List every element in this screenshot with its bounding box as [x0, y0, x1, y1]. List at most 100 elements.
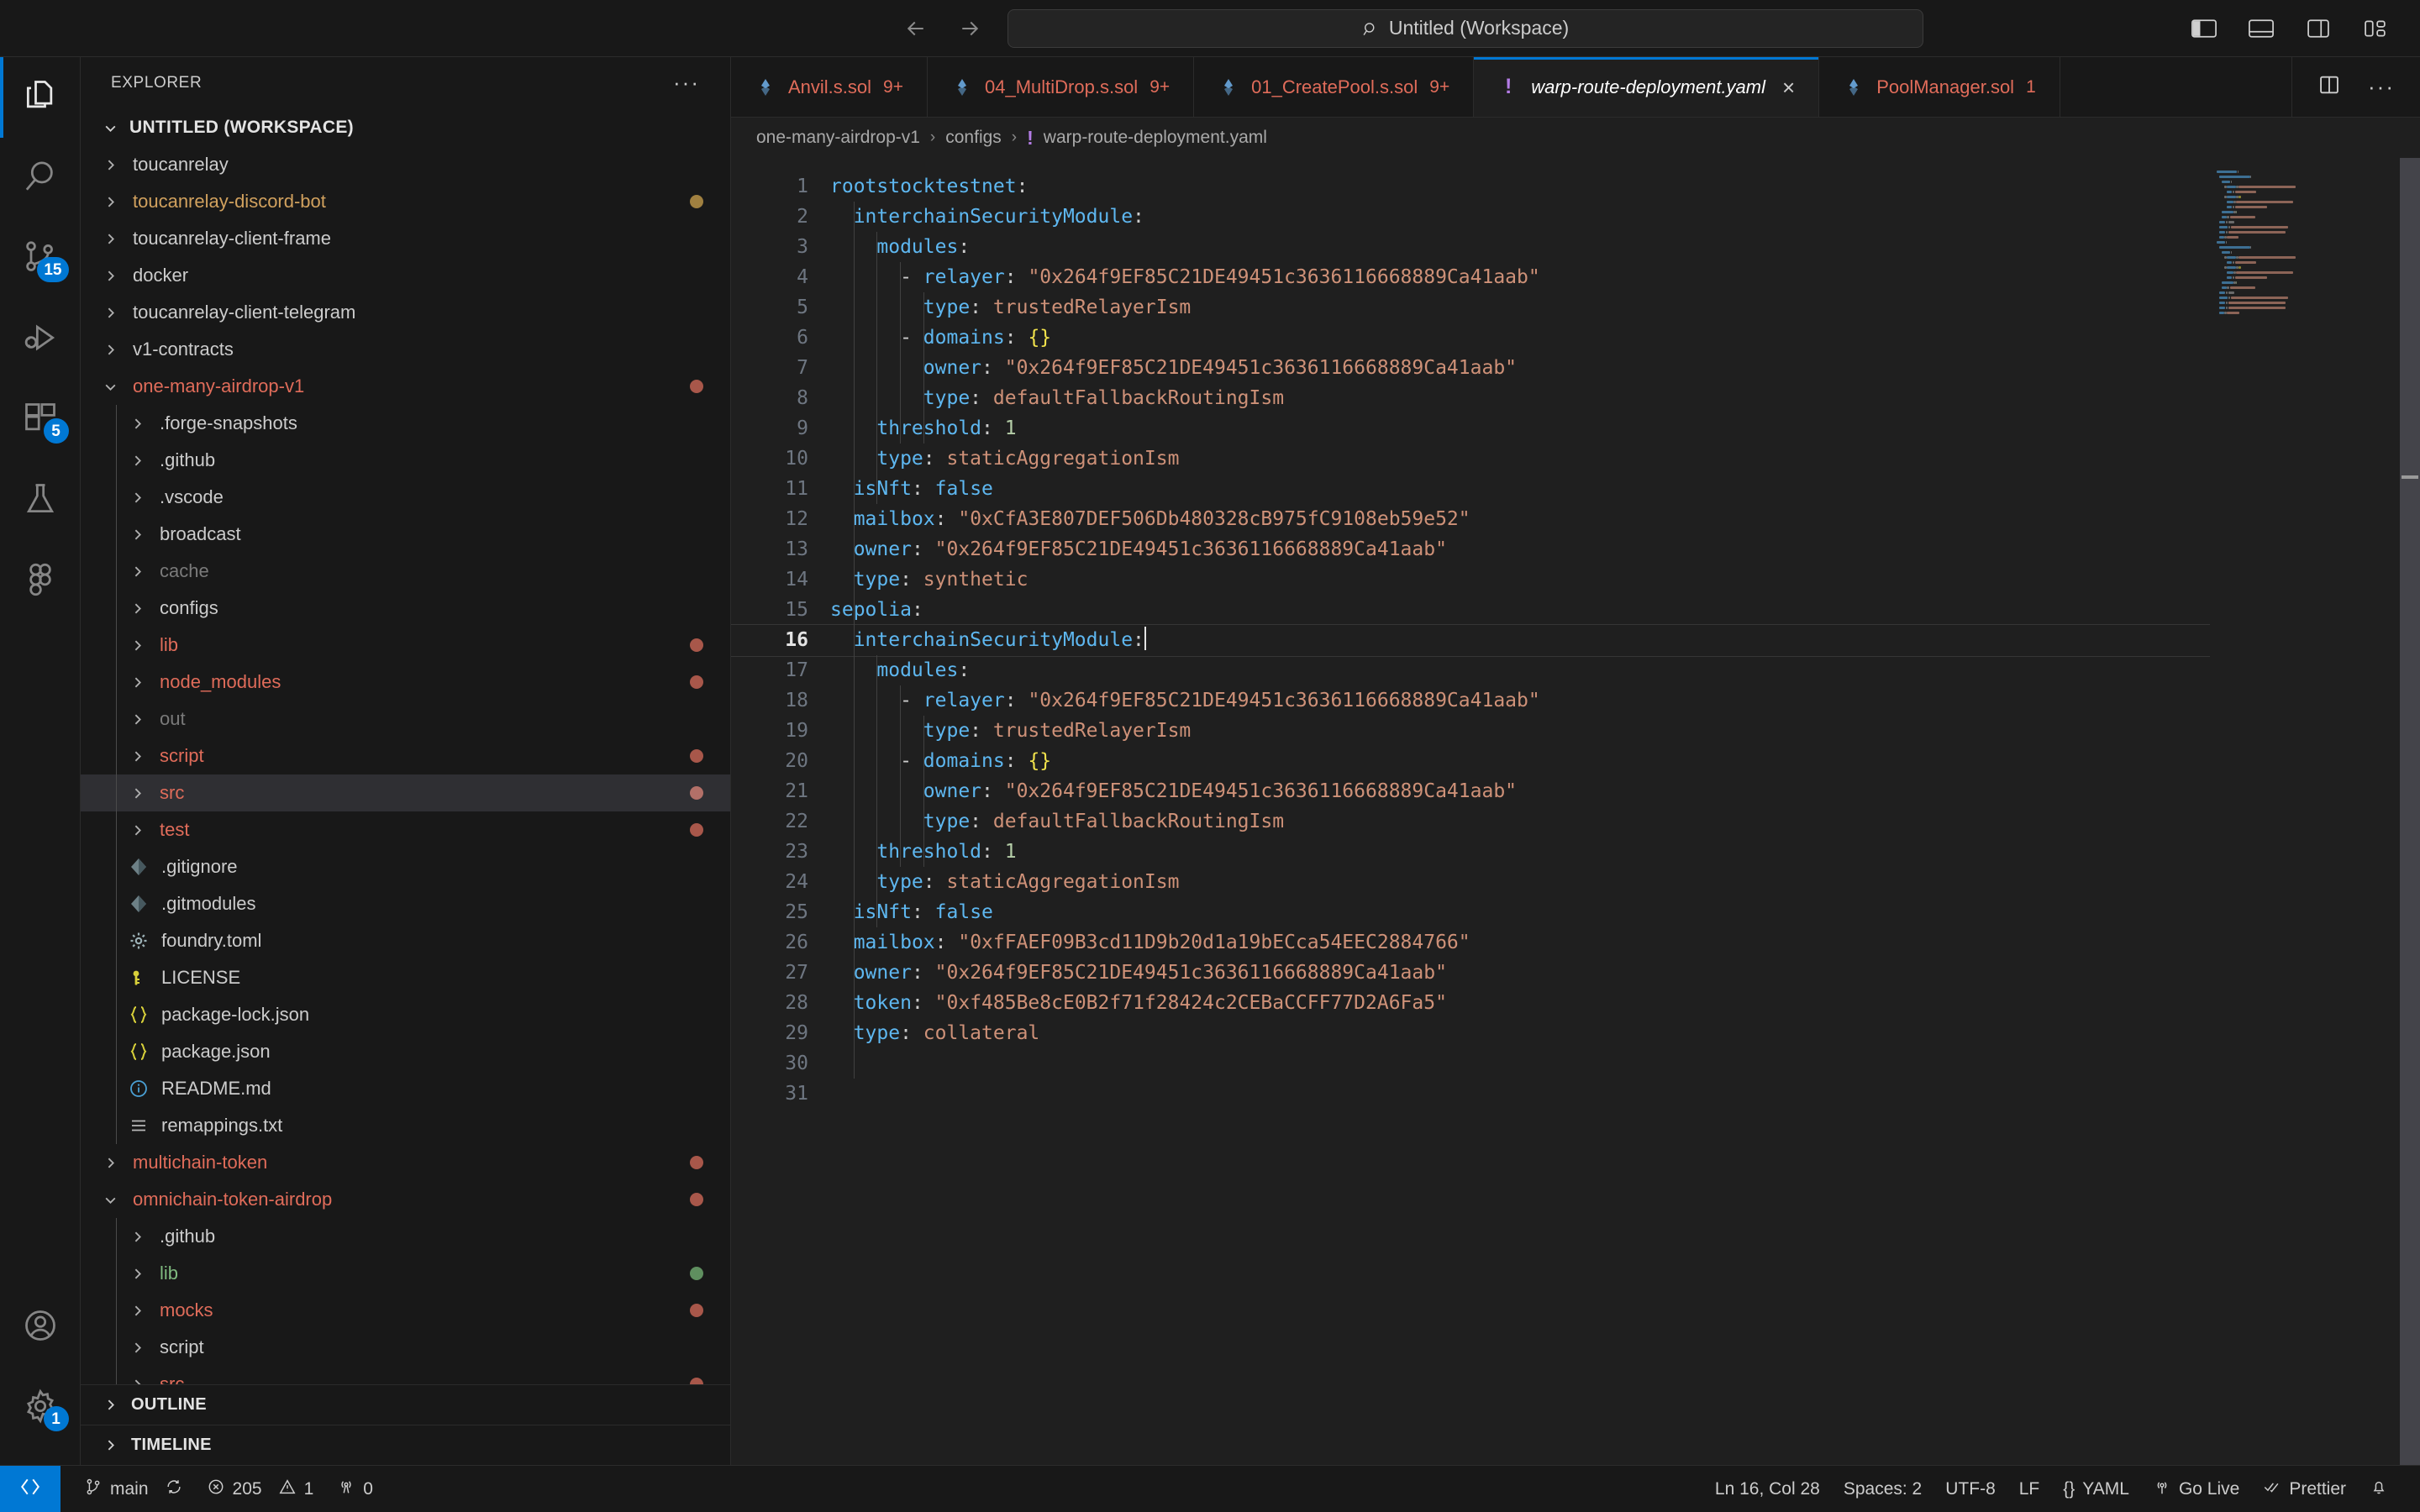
activity-bar-item-extensions[interactable]: 5	[0, 380, 81, 460]
activity-bar-item-run-and-debug[interactable]	[0, 299, 81, 380]
status-notifications[interactable]	[2358, 1466, 2400, 1512]
file-tree-item[interactable]: omnichain-token-airdrop	[81, 1181, 730, 1218]
remote-window-button[interactable]	[0, 1465, 60, 1512]
file-tree-item[interactable]: remappings.txt	[81, 1107, 730, 1144]
file-tree-item[interactable]: lib	[81, 627, 730, 664]
file-tree-item[interactable]: one-many-airdrop-v1	[81, 368, 730, 405]
status-language-mode[interactable]: {} YAML	[2051, 1466, 2141, 1512]
status-indentation[interactable]: Spaces: 2	[1832, 1466, 1933, 1512]
code-line[interactable]: owner: "0x264f9EF85C21DE49451c3636116668…	[830, 353, 2210, 383]
code-line[interactable]: interchainSecurityModule:	[731, 624, 2210, 657]
code-line[interactable]: type: defaultFallbackRoutingIsm	[830, 806, 2210, 837]
status-encoding[interactable]: UTF-8	[1933, 1466, 2007, 1512]
timeline-section[interactable]: TIMELINE	[81, 1425, 730, 1465]
editor-tab[interactable]: ! warp-route-deployment.yaml ×	[1474, 57, 1820, 117]
activity-bar-item-testing[interactable]	[0, 460, 81, 541]
toggle-secondary-sidebar-icon[interactable]	[2304, 18, 2333, 39]
code-line[interactable]: type: synthetic	[830, 564, 2210, 595]
code-line[interactable]: - relayer: "0x264f9EF85C21DE49451c363611…	[830, 685, 2210, 716]
code-line[interactable]: type: trustedRelayerIsm	[830, 716, 2210, 746]
status-ports[interactable]: 0	[325, 1466, 385, 1512]
file-tree-item[interactable]: .gitignore	[81, 848, 730, 885]
file-tree-item[interactable]: .vscode	[81, 479, 730, 516]
file-tree-item[interactable]: .github	[81, 1218, 730, 1255]
more-actions-icon[interactable]: ···	[2368, 76, 2395, 97]
breadcrumb-item-1[interactable]: configs	[945, 128, 1002, 148]
file-tree[interactable]: UNTITLED (WORKSPACE) toucanrelay toucanre…	[81, 109, 730, 1384]
file-tree-item[interactable]: package-lock.json	[81, 996, 730, 1033]
status-prettier[interactable]: Prettier	[2251, 1466, 2358, 1512]
code-line[interactable]: owner: "0x264f9EF85C21DE49451c3636116668…	[830, 776, 2210, 806]
code-line[interactable]: modules:	[830, 655, 2210, 685]
toggle-primary-sidebar-icon[interactable]	[2190, 18, 2218, 39]
file-tree-item[interactable]: package.json	[81, 1033, 730, 1070]
status-cursor-position[interactable]: Ln 16, Col 28	[1703, 1466, 1832, 1512]
code-line[interactable]: rootstocktestnet:	[830, 171, 2210, 202]
file-tree-item[interactable]: script	[81, 738, 730, 774]
code-editor[interactable]: 1 2 3 4 5 6 7 8 9 10 11 12 13 14 15 16 17 18 19 20 21 22 23 24 2…	[731, 158, 2210, 1465]
close-icon[interactable]: ×	[1782, 76, 1795, 98]
status-eol[interactable]: LF	[2007, 1466, 2052, 1512]
split-editor-icon[interactable]	[2317, 73, 2341, 101]
code-line[interactable]: - domains: {}	[830, 746, 2210, 776]
editor-tab[interactable]: 04_MultiDrop.s.sol 9+	[928, 57, 1195, 117]
status-branch[interactable]: main	[72, 1466, 195, 1512]
code-line[interactable]	[830, 1079, 2210, 1109]
command-center[interactable]: Untitled (Workspace)	[1007, 8, 1923, 48]
code-line[interactable]: token: "0xf485Be8cE0B2f71f28424c2CEBaCCF…	[830, 988, 2210, 1018]
code-line[interactable]: owner: "0x264f9EF85C21DE49451c3636116668…	[830, 534, 2210, 564]
code-line[interactable]: sepolia:	[830, 595, 2210, 625]
file-tree-item[interactable]: docker	[81, 257, 730, 294]
file-tree-item[interactable]: .github	[81, 442, 730, 479]
activity-bar-item-accounts[interactable]	[0, 1287, 81, 1368]
activity-bar-item-search[interactable]	[0, 138, 81, 218]
file-tree-item[interactable]: LICENSE	[81, 959, 730, 996]
customize-layout-icon[interactable]	[2361, 18, 2390, 39]
file-tree-item[interactable]: out	[81, 701, 730, 738]
toggle-panel-icon[interactable]	[2247, 18, 2275, 39]
file-tree-item[interactable]: src	[81, 774, 730, 811]
go-back-button[interactable]	[900, 13, 932, 45]
file-tree-item[interactable]: foundry.toml	[81, 922, 730, 959]
code-line[interactable]: threshold: 1	[830, 413, 2210, 444]
breadcrumb-item-2[interactable]: warp-route-deployment.yaml	[1044, 128, 1267, 148]
file-tree-item[interactable]: test	[81, 811, 730, 848]
file-tree-item[interactable]: toucanrelay-discord-bot	[81, 183, 730, 220]
code-line[interactable]: type: collateral	[830, 1018, 2210, 1048]
code-content[interactable]: rootstocktestnet: interchainSecurityModu…	[731, 158, 2210, 1465]
code-line[interactable]: interchainSecurityModule:	[830, 202, 2210, 232]
workspace-root-row[interactable]: UNTITLED (WORKSPACE)	[81, 109, 730, 146]
outline-section[interactable]: OUTLINE	[81, 1384, 730, 1425]
file-tree-item[interactable]: multichain-token	[81, 1144, 730, 1181]
activity-bar-item-figma[interactable]	[0, 541, 81, 622]
code-line[interactable]: mailbox: "0xfFAEF09B3cd11D9b20d1a19bECca…	[830, 927, 2210, 958]
file-tree-item[interactable]: lib	[81, 1255, 730, 1292]
file-tree-item[interactable]: toucanrelay-client-telegram	[81, 294, 730, 331]
code-line[interactable]: modules:	[830, 232, 2210, 262]
code-line[interactable]: type: trustedRelayerIsm	[830, 292, 2210, 323]
minimap[interactable]	[2210, 158, 2420, 1465]
code-line[interactable]: mailbox: "0xCfA3E807DEF506Db480328cB975f…	[830, 504, 2210, 534]
file-tree-item[interactable]: configs	[81, 590, 730, 627]
explorer-more-actions-icon[interactable]: ···	[673, 72, 700, 93]
code-line[interactable]: threshold: 1	[830, 837, 2210, 867]
editor-tab[interactable]: Anvil.s.sol 9+	[731, 57, 928, 117]
breadcrumb-item-0[interactable]: one-many-airdrop-v1	[756, 128, 920, 148]
file-tree-item[interactable]: script	[81, 1329, 730, 1366]
file-tree-item[interactable]: toucanrelay	[81, 146, 730, 183]
code-line[interactable]: owner: "0x264f9EF85C21DE49451c3636116668…	[830, 958, 2210, 988]
sync-icon[interactable]	[165, 1478, 183, 1501]
file-tree-item[interactable]: v1-contracts	[81, 331, 730, 368]
editor-tab[interactable]: 01_CreatePool.s.sol 9+	[1194, 57, 1475, 117]
status-go-live[interactable]: Go Live	[2141, 1466, 2251, 1512]
activity-bar-item-manage[interactable]: 1	[0, 1368, 81, 1448]
code-line[interactable]: type: staticAggregationIsm	[830, 444, 2210, 474]
file-tree-item[interactable]: .gitmodules	[81, 885, 730, 922]
editor-tab[interactable]: PoolManager.sol 1	[1819, 57, 2060, 117]
file-tree-item[interactable]: toucanrelay-client-frame	[81, 220, 730, 257]
code-line[interactable]	[830, 1048, 2210, 1079]
file-tree-item[interactable]: cache	[81, 553, 730, 590]
go-forward-button[interactable]	[954, 13, 986, 45]
code-line[interactable]: type: defaultFallbackRoutingIsm	[830, 383, 2210, 413]
file-tree-item[interactable]: README.md	[81, 1070, 730, 1107]
